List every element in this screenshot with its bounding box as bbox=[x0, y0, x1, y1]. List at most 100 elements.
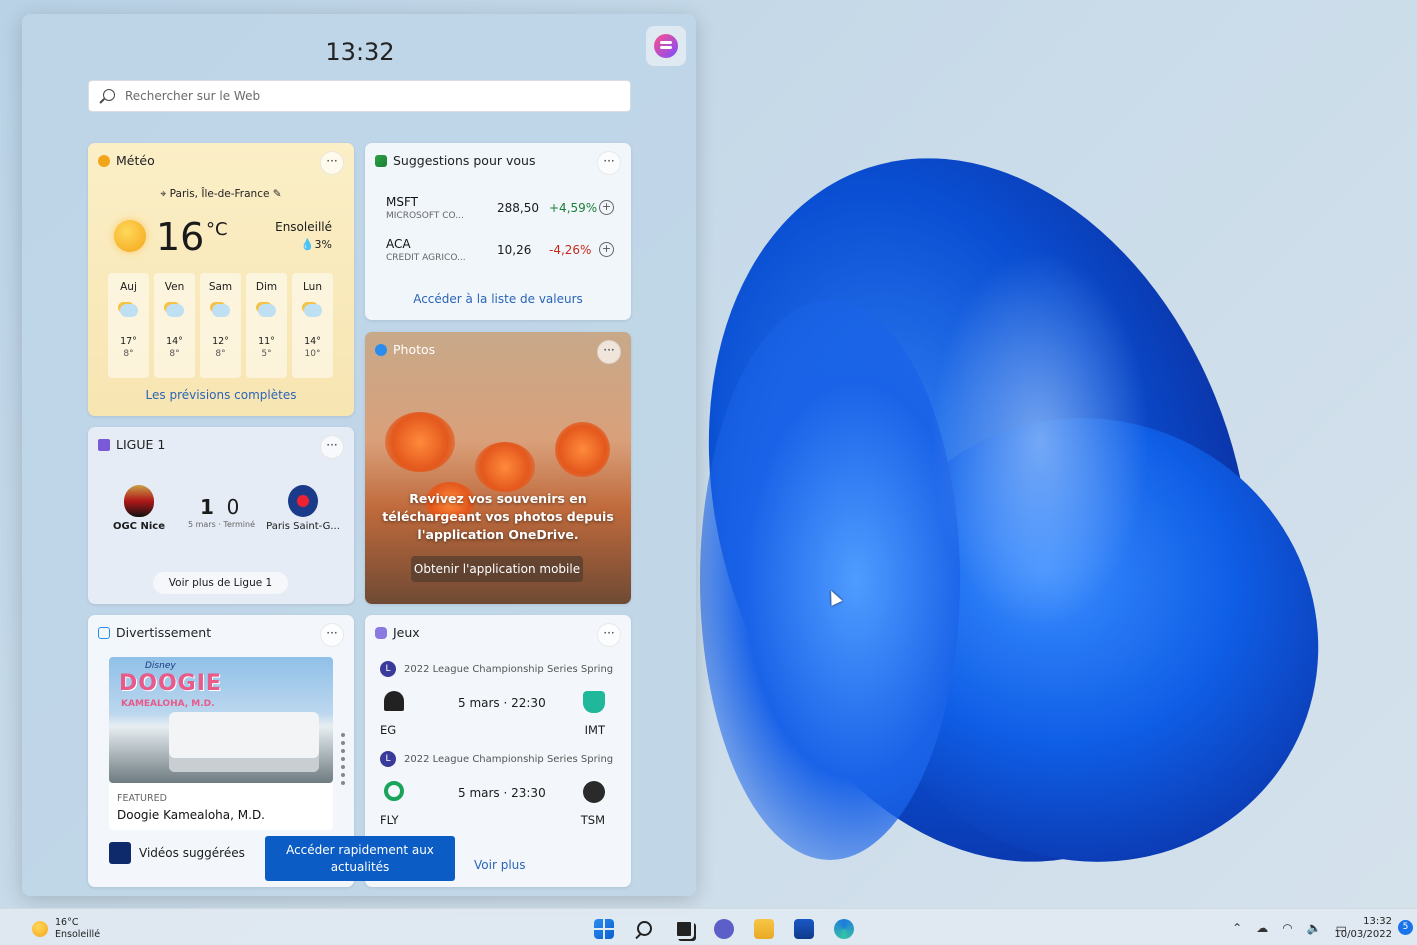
weather-header: Météo bbox=[98, 153, 155, 168]
esports-match[interactable]: L 2022 League Championship Series Spring … bbox=[380, 751, 620, 837]
photos-widget[interactable]: Photos ··· Revivez vos souvenirs en télé… bbox=[365, 332, 631, 604]
trend-up-icon bbox=[375, 154, 387, 167]
start-windows-icon[interactable] bbox=[594, 919, 614, 939]
imt-logo-icon bbox=[583, 691, 605, 713]
match-date: 5 mars · Terminé bbox=[188, 520, 256, 529]
weather-icon bbox=[98, 154, 110, 167]
cloud-rain-icon bbox=[166, 304, 184, 317]
sun-icon bbox=[32, 921, 48, 937]
wallpaper-highlight bbox=[930, 250, 1150, 630]
weather-widget[interactable]: Météo ··· ⌖ Paris, Île-de-France ✎ 16 °C… bbox=[88, 143, 354, 416]
nice-crest-icon bbox=[124, 485, 154, 517]
file-explorer-icon[interactable] bbox=[754, 919, 774, 939]
panel-clock: 13:32 bbox=[325, 38, 395, 66]
more-options-button[interactable]: ··· bbox=[597, 340, 621, 364]
more-options-button[interactable]: ··· bbox=[597, 623, 621, 647]
movie-icon bbox=[98, 626, 110, 639]
full-forecast-link[interactable]: Les prévisions complètes bbox=[88, 388, 354, 402]
league-icon: L bbox=[380, 661, 396, 677]
forecast-list: Auj 17° 8° Ven 14° 8° Sam 12° 8° Dim 11° 5° Lun 1… bbox=[108, 273, 333, 378]
weather-temperature: 16 bbox=[156, 215, 205, 259]
stock-row[interactable]: ACA CREDIT AGRICO... 10,26 -4,26% + bbox=[386, 237, 616, 273]
forecast-day[interactable]: Sam 12° 8° bbox=[200, 273, 241, 378]
league-icon: L bbox=[380, 751, 396, 767]
flower-image bbox=[385, 412, 455, 472]
partly-sunny-icon bbox=[120, 304, 138, 317]
suggested-videos-link[interactable]: Vidéos suggérées bbox=[109, 842, 245, 864]
more-options-button[interactable]: ··· bbox=[320, 151, 344, 175]
see-more-link[interactable]: Voir plus bbox=[474, 858, 526, 872]
taskbar-weather-button[interactable]: 16°C Ensoleillé bbox=[32, 917, 100, 941]
weather-unit[interactable]: °C bbox=[206, 219, 228, 240]
taskbar-clock[interactable]: 13:32 10/03/2022 bbox=[1334, 915, 1392, 941]
games-title: Jeux bbox=[393, 625, 420, 640]
away-team[interactable]: Paris Saint-G... bbox=[263, 485, 343, 532]
sports-widget[interactable]: LIGUE 1 ··· OGC Nice 1 0 5 mars · Termin… bbox=[88, 427, 354, 604]
stocks-widget[interactable]: Suggestions pour vous ··· MSFT MICROSOFT… bbox=[365, 143, 631, 320]
system-tray: ⌃ ☁ ◠ 🔈 ▭ bbox=[1232, 921, 1347, 935]
flower-image bbox=[555, 422, 610, 477]
psg-crest-icon bbox=[288, 485, 318, 517]
games-header: Jeux bbox=[375, 625, 420, 640]
match-score: 1 0 bbox=[200, 495, 240, 519]
microsoft-store-icon[interactable] bbox=[794, 919, 814, 939]
disney-plus-icon bbox=[109, 842, 131, 864]
sun-icon bbox=[114, 220, 146, 252]
carousel-dots[interactable] bbox=[341, 733, 345, 789]
partly-cloudy-icon bbox=[304, 304, 322, 317]
stocks-header: Suggestions pour vous bbox=[375, 153, 535, 168]
forecast-day[interactable]: Auj 17° 8° bbox=[108, 273, 149, 378]
onedrive-cloud-icon[interactable]: ☁ bbox=[1256, 921, 1268, 935]
sports-title: LIGUE 1 bbox=[116, 437, 166, 452]
get-mobile-app-button[interactable]: Obtenir l'application mobile bbox=[411, 556, 583, 582]
wifi-icon[interactable]: ◠ bbox=[1282, 921, 1292, 935]
flower-image bbox=[475, 442, 535, 492]
sports-header: LIGUE 1 bbox=[98, 437, 165, 452]
notification-badge[interactable]: 5 bbox=[1398, 920, 1413, 935]
stocks-title: Suggestions pour vous bbox=[393, 153, 536, 168]
forecast-day[interactable]: Ven 14° 8° bbox=[154, 273, 195, 378]
weather-precip: 💧3% bbox=[300, 238, 332, 251]
taskbar: 16°C Ensoleillé ⌃ ☁ ◠ 🔈 ▭ 13:32 10/03/202… bbox=[0, 908, 1417, 945]
photos-header: Photos bbox=[375, 342, 435, 357]
cloud-rain-icon bbox=[258, 304, 276, 317]
web-search-box[interactable]: Rechercher sur le Web bbox=[88, 80, 631, 112]
weather-condition: Ensoleillé bbox=[275, 220, 332, 234]
more-options-button[interactable]: ··· bbox=[597, 151, 621, 175]
esports-match[interactable]: L 2022 League Championship Series Spring … bbox=[380, 661, 620, 747]
forecast-day[interactable]: Dim 11° 5° bbox=[246, 273, 287, 378]
volume-icon[interactable]: 🔈 bbox=[1307, 921, 1322, 935]
featured-caption[interactable]: FEATURED Doogie Kamealoha, M.D. bbox=[109, 783, 333, 830]
profile-button[interactable] bbox=[646, 26, 686, 66]
search-icon bbox=[103, 89, 115, 101]
photos-message: Revivez vos souvenirs en téléchargeant v… bbox=[382, 491, 614, 542]
news-tooltip[interactable]: Accéder rapidement aux actualités bbox=[265, 836, 455, 881]
more-options-button[interactable]: ··· bbox=[320, 435, 344, 459]
edge-browser-icon[interactable] bbox=[834, 919, 854, 939]
entertainment-header: Divertissement bbox=[98, 625, 211, 640]
task-view-icon[interactable] bbox=[674, 919, 694, 939]
add-stock-icon[interactable]: + bbox=[599, 242, 614, 257]
entertainment-title: Divertissement bbox=[116, 625, 212, 640]
weather-location[interactable]: ⌖ Paris, Île-de-France ✎ bbox=[88, 188, 354, 201]
stock-row[interactable]: MSFT MICROSOFT CO... 288,50 +4,59% + bbox=[386, 195, 616, 231]
profile-logo-icon bbox=[654, 34, 678, 58]
add-stock-icon[interactable]: + bbox=[599, 200, 614, 215]
taskbar-apps bbox=[594, 919, 854, 939]
search-placeholder: Rechercher sur le Web bbox=[125, 89, 261, 103]
search-icon[interactable] bbox=[634, 919, 654, 939]
forecast-day[interactable]: Lun 14° 10° bbox=[292, 273, 333, 378]
home-team[interactable]: OGC Nice bbox=[99, 485, 179, 532]
gamepad-icon bbox=[375, 626, 387, 639]
wallpaper-bloom bbox=[700, 300, 960, 860]
teams-chat-icon[interactable] bbox=[714, 919, 734, 939]
more-ligue1-button[interactable]: Voir plus de Ligue 1 bbox=[153, 572, 288, 594]
photos-title: Photos bbox=[393, 342, 436, 357]
tsm-logo-icon bbox=[583, 781, 605, 803]
weather-title: Météo bbox=[116, 153, 155, 168]
more-options-button[interactable]: ··· bbox=[320, 623, 344, 647]
chevron-up-icon[interactable]: ⌃ bbox=[1232, 921, 1242, 935]
watchlist-link[interactable]: Accéder à la liste de valeurs bbox=[365, 292, 631, 306]
featured-poster-image[interactable]: Disney DOOGIE KAMEALOHA, M.D. bbox=[109, 657, 333, 783]
eg-logo-icon bbox=[384, 691, 404, 711]
